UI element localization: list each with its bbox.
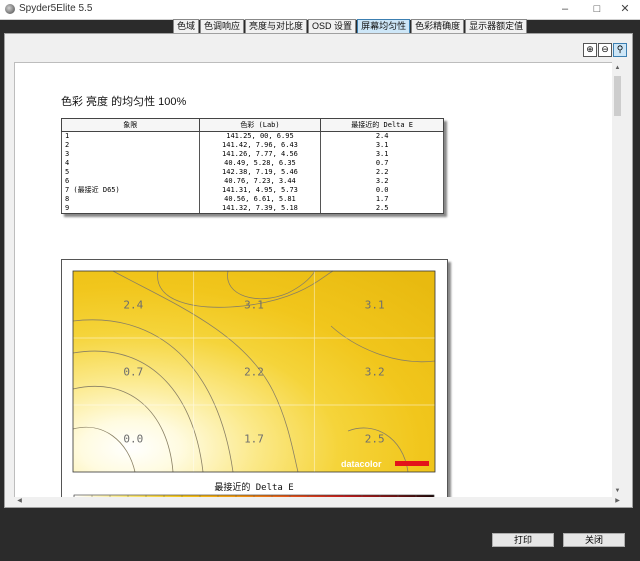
table-row: 8 40.56, 6.61, 5.81 1.7	[61, 195, 444, 204]
tab-screen-uniformity[interactable]: 屏幕均匀性	[357, 19, 411, 34]
col-header-lab: 色彩 (Lab)	[198, 118, 322, 132]
report-title: 色彩 亮度 的均匀性 100%	[61, 96, 187, 108]
horizontal-scrollbar[interactable]: ◀ ▶	[14, 497, 623, 506]
cell-value-label: 0.0	[123, 433, 143, 446]
zoom-in-icon[interactable]: ⊕	[583, 43, 597, 57]
cell-delta-e: 2.4	[320, 131, 444, 141]
close-button[interactable]: 关闭	[563, 533, 625, 547]
cell-delta-e: 0.0	[320, 186, 444, 195]
cell-lab: 40.49, 5.28, 6.35	[198, 159, 322, 168]
cell-value-label: 3.2	[365, 366, 385, 379]
col-header-quadrant: 象限	[61, 118, 200, 132]
title-bar: Spyder5Elite 5.5 – □ ✕	[0, 0, 640, 20]
cell-delta-e: 3.1	[320, 141, 444, 150]
cell-quadrant: 7 (最接近 D65)	[61, 186, 200, 195]
cell-delta-e: 0.7	[320, 159, 444, 168]
table-row: 9 141.32, 7.39, 5.18 2.5	[61, 204, 444, 214]
brand-bar	[395, 461, 429, 466]
cell-value-label: 2.5	[365, 433, 385, 446]
maximize-button[interactable]: □	[584, 1, 610, 18]
cell-lab: 141.31, 4.95, 5.73	[198, 186, 322, 195]
cell-quadrant: 9	[61, 204, 200, 214]
table-row: 7 (最接近 D65) 141.31, 4.95, 5.73 0.0	[61, 186, 444, 195]
tab-brightness-contrast[interactable]: 亮度与对比度	[245, 19, 308, 34]
tab-display-rating[interactable]: 显示器额定值	[465, 19, 528, 34]
cell-lab: 141.25, 00, 6.95	[198, 131, 322, 141]
cell-quadrant: 1	[61, 131, 200, 141]
cell-value-label: 3.1	[365, 299, 385, 312]
uniformity-table: 象限 色彩 (Lab) 最接近的 Delta E 1 141.25, 00, 6.…	[61, 118, 444, 214]
table-row: 2 141.42, 7.96, 6.43 3.1	[61, 141, 444, 150]
cell-value-label: 2.4	[123, 299, 143, 312]
cell-quadrant: 8	[61, 195, 200, 204]
cell-value-label: 0.7	[123, 366, 143, 379]
table-row: 1 141.25, 00, 6.95 2.4	[61, 131, 444, 141]
cell-quadrant: 6	[61, 177, 200, 186]
cell-lab: 141.26, 7.77, 4.56	[198, 150, 322, 159]
cell-quadrant: 3	[61, 150, 200, 159]
cell-lab: 141.32, 7.39, 5.18	[198, 204, 322, 214]
brand-logo: datacolor	[341, 459, 382, 469]
report-viewer: 色彩 亮度 的均匀性 100% 象限 色彩 (Lab) 最接近的 Delta E…	[14, 62, 613, 499]
scroll-left-icon[interactable]: ◀	[15, 497, 24, 506]
zoom-out-icon[interactable]: ⊖	[598, 43, 612, 57]
cell-quadrant: 5	[61, 168, 200, 177]
app-icon	[5, 4, 15, 14]
col-header-delta-e: 最接近的 Delta E	[320, 118, 444, 132]
scale-label: 最接近的 Delta E	[214, 481, 293, 493]
table-row: 6 40.76, 7.23, 3.44 3.2	[61, 177, 444, 186]
cell-value-label: 2.2	[244, 366, 264, 379]
cell-value-label: 1.7	[244, 433, 264, 446]
scroll-up-icon[interactable]: ▲	[613, 63, 622, 73]
vertical-scrollbar[interactable]: ▲ ▼	[612, 62, 623, 497]
zoom-fit-icon[interactable]: ⚲	[613, 43, 627, 57]
tab-osd-settings[interactable]: OSD 设置	[308, 19, 357, 34]
cell-lab: 142.38, 7.19, 5.46	[198, 168, 322, 177]
cell-quadrant: 4	[61, 159, 200, 168]
table-row: 5 142.38, 7.19, 5.46 2.2	[61, 168, 444, 177]
uniformity-heatmap: 2.4 3.1 3.1 0.7 2.2 3.2 0.0 1.7 2.5 datacolor 最接…	[72, 270, 436, 498]
cell-delta-e: 3.2	[320, 177, 444, 186]
tab-bar: 色域 色调响应 亮度与对比度 OSD 设置 屏幕均匀性 色彩精确度 显示器额定值	[173, 19, 528, 34]
cell-lab: 40.76, 7.23, 3.44	[198, 177, 322, 186]
tab-gamut[interactable]: 色域	[173, 19, 200, 34]
cell-delta-e: 3.1	[320, 150, 444, 159]
scroll-right-icon[interactable]: ▶	[613, 497, 622, 506]
cell-delta-e: 1.7	[320, 195, 444, 204]
cell-lab: 141.42, 7.96, 6.43	[198, 141, 322, 150]
scroll-thumb[interactable]	[614, 76, 621, 116]
minimize-button[interactable]: –	[552, 1, 578, 18]
scroll-down-icon[interactable]: ▼	[613, 486, 622, 496]
tab-color-accuracy[interactable]: 色彩精确度	[411, 19, 465, 34]
table-row: 4 40.49, 5.28, 6.35 0.7	[61, 159, 444, 168]
cell-delta-e: 2.5	[320, 204, 444, 214]
close-window-button[interactable]: ✕	[612, 1, 638, 18]
cell-quadrant: 2	[61, 141, 200, 150]
tab-tone-response[interactable]: 色调响应	[200, 19, 245, 34]
uniformity-chart: 2.4 3.1 3.1 0.7 2.2 3.2 0.0 1.7 2.5 datacolor 最接…	[61, 259, 448, 498]
cell-value-label: 3.1	[244, 299, 264, 312]
table-row: 3 141.26, 7.77, 4.56 3.1	[61, 150, 444, 159]
cell-lab: 40.56, 6.61, 5.81	[198, 195, 322, 204]
main-panel: ⊕ ⊖ ⚲ 色彩 亮度 的均匀性 100% 象限 色彩 (Lab) 最接近的 D…	[4, 33, 633, 508]
print-button[interactable]: 打印	[492, 533, 554, 547]
window-title: Spyder5Elite 5.5	[19, 3, 93, 14]
cell-delta-e: 2.2	[320, 168, 444, 177]
